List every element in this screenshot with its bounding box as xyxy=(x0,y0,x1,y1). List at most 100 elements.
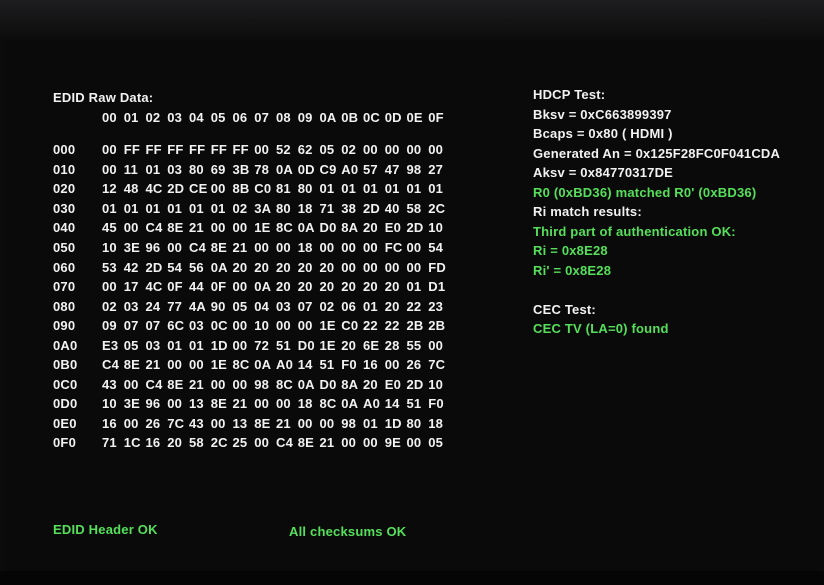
edid-byte: 01 xyxy=(406,181,422,197)
edid-byte: 01 xyxy=(145,200,161,216)
edid-column-header: 05 xyxy=(210,110,226,125)
edid-byte: 00 xyxy=(254,240,270,255)
edid-byte: 8E xyxy=(210,396,228,412)
edid-byte: 44 xyxy=(189,279,204,295)
edid-byte: 1E xyxy=(210,357,228,373)
edid-byte: 00 xyxy=(232,279,248,295)
edid-row-address: 060 xyxy=(53,259,76,275)
edid-byte: 0A xyxy=(297,376,315,392)
monitor-bezel-top xyxy=(0,0,824,40)
edid-byte: 7C xyxy=(428,357,446,373)
generated-an-value: Generated An = 0x125F28FC0F041CDA xyxy=(533,145,781,161)
edid-byte: 02 xyxy=(341,142,357,158)
edid-byte: 13 xyxy=(189,396,204,412)
edid-byte: 8E xyxy=(297,435,315,451)
edid-byte: 48 xyxy=(123,181,139,197)
edid-byte: 21 xyxy=(319,435,335,451)
edid-byte: 00 xyxy=(167,240,183,255)
third-part-auth-status: Third part of authentication OK: xyxy=(533,223,736,239)
edid-header-status: EDID Header OK xyxy=(53,522,158,537)
edid-byte: 96 xyxy=(145,396,161,412)
edid-byte: 18 xyxy=(297,240,313,255)
edid-byte: 00 xyxy=(167,357,183,373)
edid-byte: 21 xyxy=(189,220,204,236)
edid-byte: 00 xyxy=(319,415,335,431)
edid-byte: 02 xyxy=(319,298,335,314)
edid-byte: 00 xyxy=(363,240,378,255)
edid-column-header: 01 xyxy=(123,110,139,125)
edid-byte: 00 xyxy=(123,220,139,236)
edid-row-address: 020 xyxy=(53,181,76,197)
edid-byte: E0 xyxy=(384,220,402,236)
edid-row: 0A0 E3 05 03 01 01 1D 00 72 51 D0 1E 20 6E 28 55 00 xyxy=(53,335,450,355)
edid-byte: 20 xyxy=(363,279,378,295)
edid-byte: 06 xyxy=(341,298,357,314)
edid-byte: 01 xyxy=(363,415,378,431)
edid-byte: 00 xyxy=(363,259,378,275)
edid-byte: 58 xyxy=(189,435,204,451)
edid-column-header: 00 xyxy=(102,110,117,125)
edid-byte: 0A xyxy=(254,279,272,295)
checksum-status: All checksums OK xyxy=(289,524,407,539)
edid-byte: 8E xyxy=(167,220,184,236)
edid-byte: 26 xyxy=(145,415,161,431)
edid-byte: 1D xyxy=(210,337,228,353)
edid-byte: 1E xyxy=(319,318,336,334)
edid-byte: 21 xyxy=(232,240,248,255)
edid-byte: 00 xyxy=(254,396,270,412)
edid-byte: 20 xyxy=(384,279,400,295)
edid-byte: 96 xyxy=(145,240,161,255)
edid-byte: 01 xyxy=(123,200,139,216)
edid-byte: 10 xyxy=(254,318,270,334)
edid-byte: 00 xyxy=(210,181,226,197)
edid-row: 000 00 FF FF FF FF FF FF 00 52 62 05 02 00 00 00 00 xyxy=(53,140,450,160)
edid-byte: 2D xyxy=(406,376,424,392)
edid-byte: 3B xyxy=(232,161,250,177)
edid-byte: C9 xyxy=(319,161,337,177)
edid-byte: 71 xyxy=(102,435,117,451)
edid-byte: 00 xyxy=(254,435,270,451)
edid-byte: C4 xyxy=(102,357,120,373)
bksv-value: Bksv = 0xC663899397 xyxy=(533,106,672,122)
edid-byte: 8E xyxy=(254,415,271,431)
edid-byte: 27 xyxy=(428,161,444,177)
edid-row: 010 00 11 01 03 80 69 3B 78 0A 0D C9 A0 57 47 98 27 xyxy=(53,160,450,180)
edid-byte: FF xyxy=(145,142,162,158)
edid-byte: 56 xyxy=(189,259,204,275)
edid-byte: A0 xyxy=(341,161,359,177)
cec-test-title: CEC Test: xyxy=(533,301,596,317)
edid-byte: 20 xyxy=(254,259,270,275)
ri-value: Ri = 0x8E28 xyxy=(533,243,608,259)
edid-byte: 2D xyxy=(145,259,163,275)
edid-byte: 90 xyxy=(210,298,226,314)
edid-byte: 20 xyxy=(319,279,335,295)
edid-byte: 80 xyxy=(276,200,291,216)
edid-byte: 09 xyxy=(102,318,117,334)
edid-byte: 78 xyxy=(254,161,270,177)
edid-row: 020 12 48 4C 2D CE 00 8B C0 81 80 01 01 01 01 01 01 xyxy=(53,179,450,199)
edid-row: 0D0 10 3E 96 00 13 8E 21 00 00 18 8C 0A A0 14 51 F0 xyxy=(53,394,450,414)
edid-byte: 2B xyxy=(428,318,446,334)
edid-byte: 05 xyxy=(232,298,248,314)
edid-byte: 55 xyxy=(406,337,422,353)
edid-byte: 8E xyxy=(210,240,228,255)
edid-byte: 21 xyxy=(232,396,248,412)
edid-byte: 8B xyxy=(232,181,250,197)
edid-byte: 01 xyxy=(384,181,400,197)
edid-column-header: 0D xyxy=(384,110,402,125)
edid-byte: 00 xyxy=(123,415,139,431)
edid-byte: 18 xyxy=(428,415,444,431)
edid-byte: 51 xyxy=(276,337,291,353)
edid-row-address: 070 xyxy=(53,279,76,295)
edid-row: 0F0 71 1C 16 20 58 2C 25 00 C4 8E 21 00 00 9E 00 05 xyxy=(53,433,450,453)
edid-byte: 8E xyxy=(123,357,141,373)
edid-byte: 43 xyxy=(102,376,117,392)
edid-byte: 17 xyxy=(123,279,139,295)
edid-byte: 0A xyxy=(341,396,359,412)
edid-byte: 0A xyxy=(276,161,294,177)
edid-byte: 4C xyxy=(145,181,163,197)
edid-column-header: 06 xyxy=(232,110,248,125)
edid-byte: 00 xyxy=(210,220,226,236)
edid-byte: 3A xyxy=(254,200,272,216)
edid-row-address: 0C0 xyxy=(53,376,78,392)
